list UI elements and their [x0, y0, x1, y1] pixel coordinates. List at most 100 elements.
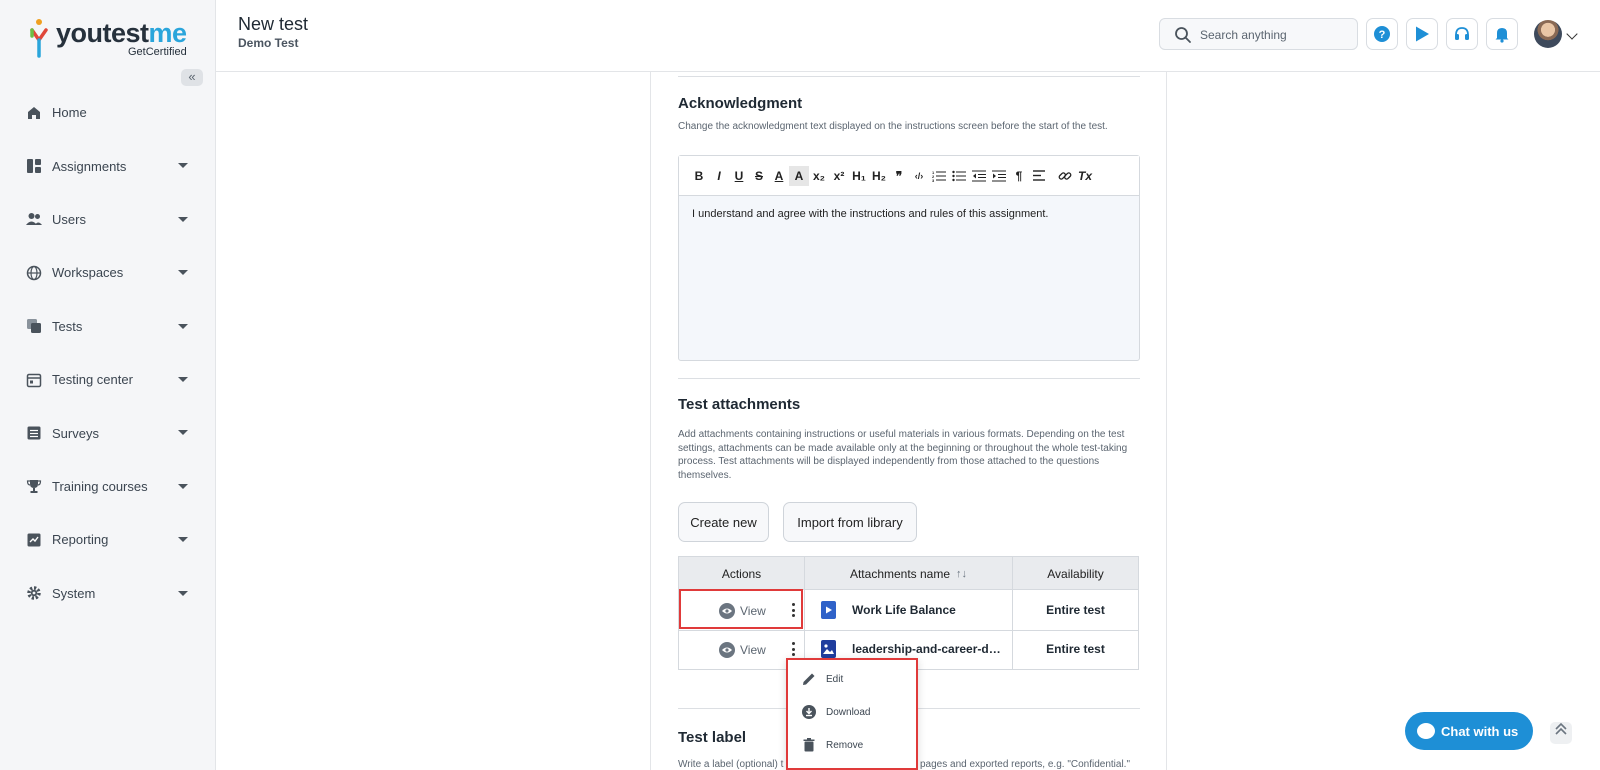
logo-subtitle: GetCertified: [128, 46, 187, 58]
test-label-description-end: pages and exported reports, e.g. "Confid…: [920, 759, 1131, 770]
gear-icon: [26, 585, 42, 601]
menu-item-remove[interactable]: Remove: [800, 733, 863, 757]
menu-item-download[interactable]: Download: [800, 700, 870, 724]
menu-item-edit[interactable]: Edit: [800, 667, 843, 691]
sidebar-item-system[interactable]: System: [0, 567, 216, 620]
menu-item-label: Edit: [826, 673, 844, 685]
attachment-availability: Entire test: [1046, 603, 1105, 617]
sidebar-item-label: Reporting: [52, 532, 109, 548]
sidebar-item-label: Home: [52, 105, 87, 121]
chevron-down-icon: [178, 537, 188, 543]
chevron-down-icon: [178, 483, 188, 489]
sidebar-item-label: System: [52, 585, 96, 601]
pencil-icon: [800, 670, 818, 688]
help-button[interactable]: ?: [1366, 18, 1398, 50]
test-label-title: Test label: [678, 729, 747, 746]
logo-text: youtestme: [56, 18, 187, 48]
attachment-context-menu: Edit Download Remove: [786, 658, 918, 770]
heading1-button[interactable]: H₁: [849, 166, 869, 186]
create-new-button[interactable]: Create new: [678, 502, 769, 542]
attachment-name[interactable]: Work Life Balance: [852, 603, 956, 617]
video-file-icon: [821, 601, 836, 619]
play-tutorial-button[interactable]: [1406, 18, 1438, 50]
users-icon: [26, 211, 42, 227]
support-button[interactable]: [1446, 18, 1478, 50]
acknowledgment-editor-text[interactable]: I understand and agree with the instruct…: [692, 208, 1049, 220]
column-header-actions: Actions: [721, 566, 762, 581]
sidebar-item-workspaces[interactable]: Workspaces: [0, 246, 216, 299]
chevron-down-icon: [178, 376, 188, 382]
eye-icon: [719, 642, 735, 658]
menu-item-label: Download: [826, 706, 871, 718]
sidebar-item-label: Assignments: [52, 158, 127, 174]
text-color-button[interactable]: A: [769, 166, 789, 186]
italic-button[interactable]: I: [709, 166, 729, 186]
ordered-list-icon[interactable]: 123: [929, 166, 949, 186]
acknowledgment-editor[interactable]: B I U S A A x₂ x² H₁ H₂ ❞ ‹/› 123 ¶ Tx I…: [678, 155, 1140, 361]
scroll-to-top-button[interactable]: [1550, 722, 1572, 744]
test-label-description-start: Write a label (optional) t: [678, 759, 784, 770]
highlight-button[interactable]: A: [789, 165, 809, 186]
acknowledgment-title: Acknowledgment: [678, 95, 803, 112]
logo[interactable]: youtestme GetCertified: [28, 16, 198, 60]
column-header-availability: Availability: [1047, 566, 1104, 581]
sidebar-item-home[interactable]: Home: [0, 86, 216, 139]
outdent-icon[interactable]: [969, 166, 989, 186]
chat-button[interactable]: Chat with us: [1405, 712, 1533, 750]
download-icon: [800, 703, 818, 721]
view-button[interactable]: View: [719, 642, 766, 658]
calendar-icon: [26, 372, 42, 388]
chevron-down-icon: [178, 590, 188, 596]
chevron-down-icon: [178, 163, 188, 169]
page-subtitle: Demo Test: [238, 36, 299, 50]
link-icon[interactable]: [1055, 166, 1075, 186]
heading2-button[interactable]: H₂: [869, 166, 889, 186]
sidebar-item-training-courses[interactable]: Training courses: [0, 460, 216, 513]
list-icon: [26, 425, 42, 441]
image-file-icon: [821, 640, 836, 658]
notifications-button[interactable]: [1486, 18, 1518, 50]
unordered-list-icon[interactable]: [949, 166, 969, 186]
search-icon: [1175, 27, 1191, 43]
underline-button[interactable]: U: [729, 166, 749, 186]
code-button[interactable]: ‹/›: [909, 166, 929, 186]
subscript-button[interactable]: x₂: [809, 166, 829, 186]
sidebar-item-tests[interactable]: Tests: [0, 300, 216, 353]
sidebar-item-testing-center[interactable]: Testing center: [0, 353, 216, 406]
superscript-button[interactable]: x²: [829, 166, 849, 186]
sidebar: youtestme GetCertified « Home Assignment…: [0, 0, 216, 770]
sidebar-item-users[interactable]: Users: [0, 193, 216, 246]
more-actions-button[interactable]: [791, 642, 795, 656]
chat-label: Chat with us: [1441, 723, 1519, 739]
sidebar-nav: Home Assignments Users Workspaces Tests: [0, 86, 216, 620]
page-title: New test: [238, 14, 309, 34]
sidebar-item-surveys[interactable]: Surveys: [0, 406, 216, 459]
chevron-down-icon[interactable]: [1566, 28, 1578, 40]
column-header-name[interactable]: Attachments name ↑↓: [805, 557, 1012, 590]
headset-icon: [1455, 27, 1469, 40]
quote-button[interactable]: ❞: [889, 166, 909, 186]
sidebar-item-label: Training courses: [52, 478, 148, 494]
attachment-name[interactable]: leadership-and-career-d…: [852, 642, 1001, 656]
tests-icon: [26, 318, 42, 334]
clear-format-button[interactable]: Tx: [1075, 166, 1095, 186]
play-icon: [1416, 26, 1429, 42]
bold-button[interactable]: B: [689, 166, 709, 186]
strikethrough-button[interactable]: S: [749, 166, 769, 186]
sidebar-item-assignments[interactable]: Assignments: [0, 139, 216, 192]
help-icon: ?: [1374, 26, 1390, 42]
import-from-library-button[interactable]: Import from library: [783, 502, 917, 542]
search-box[interactable]: [1159, 18, 1358, 50]
align-icon[interactable]: [1029, 166, 1049, 186]
trash-icon: [800, 736, 818, 754]
view-label: View: [740, 643, 766, 657]
attachment-availability: Entire test: [1046, 642, 1105, 656]
search-input[interactable]: [1200, 25, 1350, 45]
sidebar-item-reporting[interactable]: Reporting: [0, 513, 216, 566]
avatar[interactable]: [1534, 20, 1562, 48]
editor-toolbar: B I U S A A x₂ x² H₁ H₂ ❞ ‹/› 123 ¶ Tx: [679, 156, 1139, 196]
svg-text:?: ?: [1379, 29, 1386, 41]
indent-icon[interactable]: [989, 166, 1009, 186]
paragraph-button[interactable]: ¶: [1009, 166, 1029, 186]
collapse-sidebar-button[interactable]: «: [181, 69, 203, 86]
